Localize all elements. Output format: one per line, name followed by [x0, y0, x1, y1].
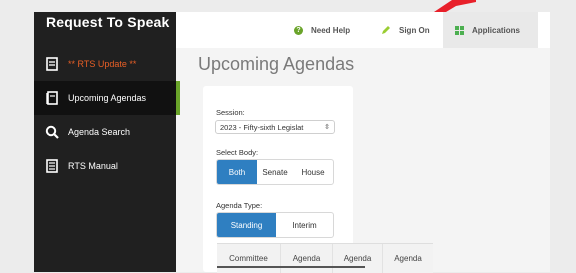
need-help-link[interactable]: ? Need Help [294, 12, 350, 48]
agenda-type-standing[interactable]: Standing [217, 213, 276, 237]
agenda-book-icon [46, 91, 58, 105]
body-option-house[interactable]: House [293, 160, 333, 184]
sidebar-item-label: Agenda Search [68, 127, 131, 137]
session-value: 2023 - Fifty-sixth Legislat [220, 123, 304, 132]
search-icon [45, 125, 59, 139]
agenda-type-label: Agenda Type: [216, 201, 263, 210]
body-option-senate[interactable]: Senate [257, 160, 293, 184]
sign-on-link[interactable]: Sign On [381, 12, 430, 48]
body-option-both[interactable]: Both [217, 160, 257, 184]
sidebar-item-label: ** RTS Update ** [68, 59, 137, 69]
agenda-type-interim[interactable]: Interim [276, 213, 333, 237]
sidebar-item-rts-manual[interactable]: RTS Manual [34, 149, 176, 183]
applications-label: Applications [472, 25, 521, 35]
need-help-label: Need Help [311, 25, 351, 35]
document-icon [46, 57, 58, 71]
col-committee[interactable]: Committee [217, 244, 281, 273]
body-segmented-control: Both Senate House [216, 159, 334, 185]
session-label: Session: [216, 108, 245, 117]
col-agenda[interactable]: Agenda [281, 244, 333, 273]
pencil-icon [382, 26, 390, 34]
sort-underline [217, 266, 365, 268]
red-arrow-annotation [434, 0, 476, 12]
manual-icon [46, 159, 58, 173]
agenda-table-header: Committee Agenda Agenda Agenda [217, 243, 433, 273]
sidebar-item-upcoming-agendas[interactable]: Upcoming Agendas [34, 81, 180, 115]
help-icon: ? [294, 25, 303, 35]
col-agenda[interactable]: Agenda [383, 244, 433, 273]
session-select[interactable]: 2023 - Fifty-sixth Legislat ⇳ [215, 120, 335, 134]
app-title: Request To Speak [46, 14, 170, 30]
page-title: Upcoming Agendas [198, 54, 355, 74]
chevron-updown-icon: ⇳ [322, 121, 332, 133]
sign-on-label: Sign On [399, 25, 430, 35]
sidebar-item-agenda-search[interactable]: Agenda Search [34, 115, 176, 149]
col-agenda[interactable]: Agenda [333, 244, 383, 273]
agenda-type-segmented-control: Standing Interim [216, 212, 334, 238]
sidebar-item-label: Upcoming Agendas [68, 93, 147, 103]
applications-link[interactable]: Applications [443, 12, 538, 48]
apps-grid-icon [455, 25, 464, 35]
select-body-label: Select Body: [216, 148, 259, 157]
sidebar-item-label: RTS Manual [68, 161, 118, 171]
sidebar-item-rts-update[interactable]: ** RTS Update ** [34, 47, 176, 81]
